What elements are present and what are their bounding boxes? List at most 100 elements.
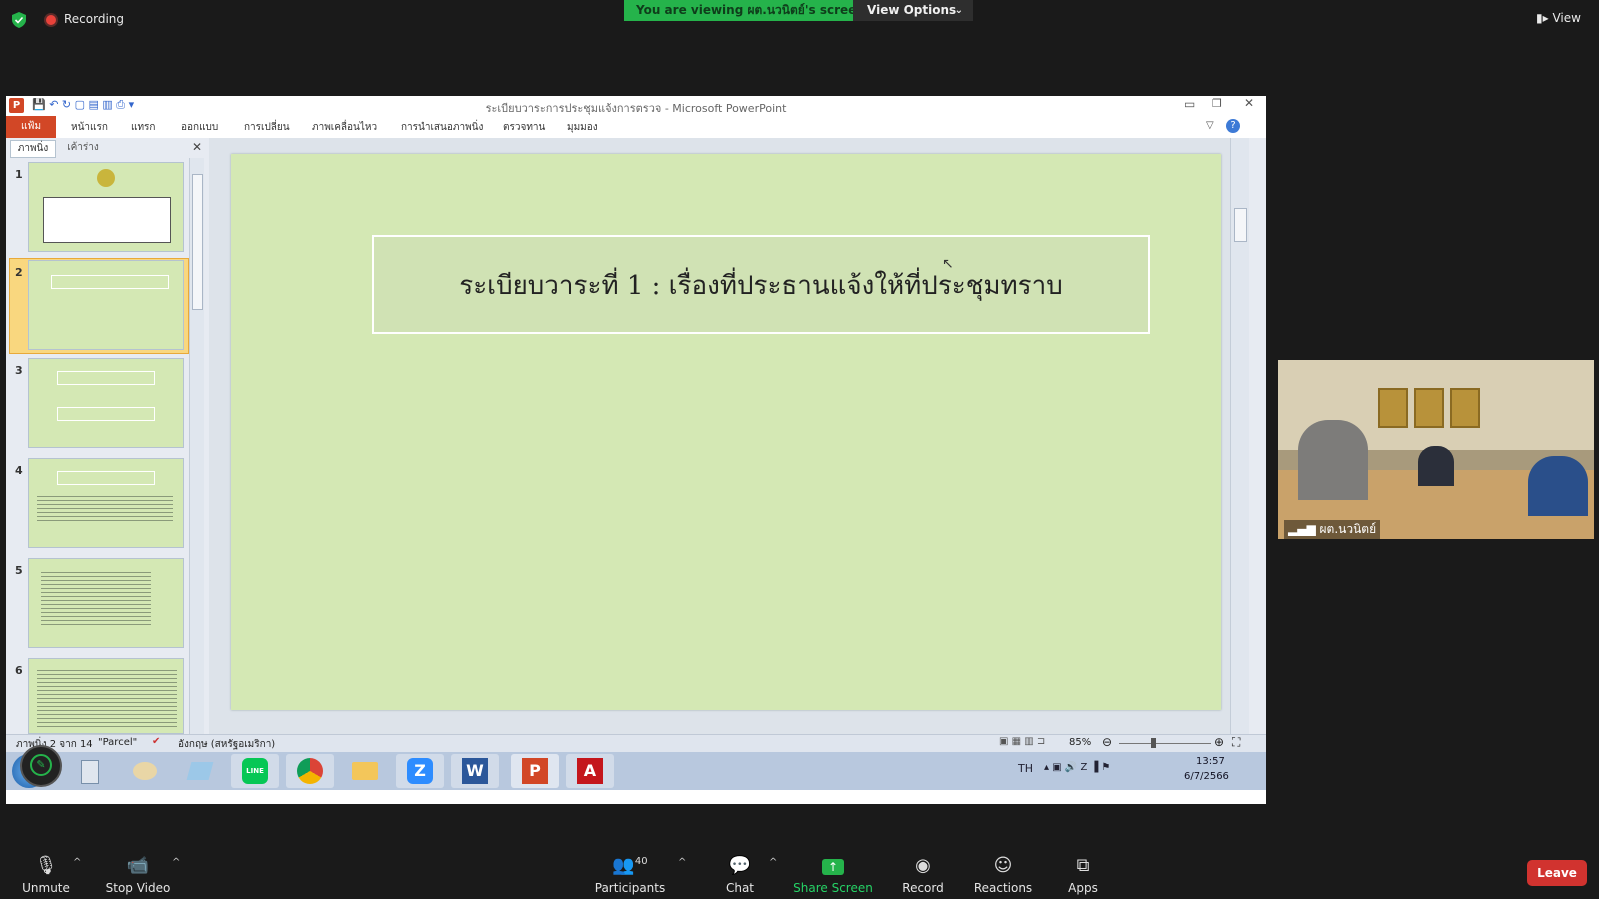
clock-time[interactable]: 13:57 xyxy=(1196,756,1225,767)
video-options-chevron-icon[interactable]: ^ xyxy=(172,857,180,868)
view-button[interactable]: ▮▸ View xyxy=(1536,11,1581,25)
portrait-frame xyxy=(1414,388,1444,428)
acrobat-app-icon[interactable]: A xyxy=(566,754,614,788)
slide-scroll-thumb[interactable] xyxy=(1234,208,1247,242)
panel-tab-outline[interactable]: เค้าร่าง xyxy=(58,140,108,156)
stop-video-button[interactable]: 📹 Stop Video xyxy=(98,855,178,895)
slide-scrollbar[interactable] xyxy=(1230,138,1249,734)
view-buttons[interactable]: ▣ ▦ ▥ ⊐ xyxy=(999,736,1045,747)
clock-date[interactable]: 6/7/2566 xyxy=(1184,771,1229,782)
tab-insert[interactable]: แทรก xyxy=(131,120,155,135)
slide-thumbnail-6[interactable] xyxy=(28,658,184,734)
participants-chevron-icon[interactable]: ^ xyxy=(678,857,686,868)
unmute-label: Unmute xyxy=(22,881,70,895)
reactions-button[interactable]: ☺ Reactions xyxy=(963,855,1043,895)
calculator-app-icon[interactable] xyxy=(66,754,114,788)
thumb-title-box xyxy=(51,275,169,289)
slide-thumbnail-3[interactable] xyxy=(28,358,184,448)
audio-options-chevron-icon[interactable]: ^ xyxy=(73,857,81,868)
thumb-number: 3 xyxy=(15,364,23,377)
view-label: View xyxy=(1552,11,1581,25)
view-options-button[interactable]: View Options ⌄ xyxy=(853,0,973,21)
notes-app-icon[interactable] xyxy=(176,754,224,788)
line-app-icon[interactable]: LINE xyxy=(231,754,279,788)
view-options-label: View Options xyxy=(867,3,957,17)
thumb-text-lines xyxy=(37,493,173,523)
panel-scroll-thumb[interactable] xyxy=(192,174,203,310)
zoom-out-icon[interactable]: ⊖ xyxy=(1102,735,1112,749)
powerpoint-app-icon[interactable]: P xyxy=(511,754,559,788)
panel-close-icon[interactable]: ✕ xyxy=(192,140,202,154)
chat-chevron-icon[interactable]: ^ xyxy=(769,857,777,868)
slide-title: ระเบียบวาระที่ 1 : เรื่องที่ประธานแจ้งให… xyxy=(459,271,1063,301)
slide-editing-area: ระเบียบวาระที่ 1 : เรื่องที่ประธานแจ้งให… xyxy=(209,138,1249,734)
zoom-app-icon[interactable]: Z xyxy=(396,754,444,788)
thumb-number: 6 xyxy=(15,664,23,677)
zoom-in-icon[interactable]: ⊕ xyxy=(1214,735,1224,749)
tab-file[interactable]: แฟ้ม xyxy=(6,116,56,138)
tab-home[interactable]: หน้าแรก xyxy=(71,120,108,135)
chat-button[interactable]: 💬 Chat xyxy=(700,855,780,895)
leave-button[interactable]: Leave xyxy=(1527,860,1587,886)
apps-button[interactable]: ⧉ Apps xyxy=(1043,855,1123,895)
close-icon[interactable]: ✕ xyxy=(1244,96,1254,110)
signal-icon: ▂▄▆ xyxy=(1288,522,1320,536)
view-icon: ▮▸ xyxy=(1536,11,1553,25)
chat-label: Chat xyxy=(725,881,755,895)
annotate-pen-icon[interactable]: ✎ xyxy=(20,745,62,787)
participant-person xyxy=(1418,446,1454,486)
thumb-text-lines xyxy=(37,667,177,727)
ribbon-collapse-icon[interactable]: ▽ xyxy=(1206,120,1214,131)
thumb-number: 2 xyxy=(15,266,23,279)
thumb-number: 5 xyxy=(15,564,23,577)
slide-thumbnail-4[interactable] xyxy=(28,458,184,548)
zoom-slider-thumb[interactable] xyxy=(1151,738,1156,748)
tab-view[interactable]: มุมมอง xyxy=(567,120,598,135)
file-explorer-icon[interactable] xyxy=(341,754,389,788)
panel-tab-slides[interactable]: ภาพนิ่ง xyxy=(10,140,56,158)
seal-logo xyxy=(97,169,115,187)
fit-slide-icon[interactable]: ⛶ xyxy=(1232,735,1240,750)
status-language[interactable]: อังกฤษ (สหรัฐอเมริกา) xyxy=(178,737,275,752)
shared-screen: P 💾 ↶ ↻ ▢ ▤ ▥ ⎙ ▾ ระเบียบวาระการประชุมแจ… xyxy=(6,96,1266,804)
slide-title-box[interactable]: ระเบียบวาระที่ 1 : เรื่องที่ประธานแจ้งให… xyxy=(372,235,1150,334)
word-app-icon[interactable]: W xyxy=(451,754,499,788)
participant-person xyxy=(1298,420,1368,500)
tab-design[interactable]: ออกแบบ xyxy=(181,120,218,135)
chrome-app-icon[interactable] xyxy=(286,754,334,788)
participant-name: ผต.นวนิตย์ xyxy=(1319,522,1377,536)
restore-icon[interactable]: ❐ xyxy=(1212,97,1222,110)
paint-app-icon[interactable] xyxy=(121,754,169,788)
viewing-name: ผต.นวนิตย์ xyxy=(747,3,805,17)
record-button[interactable]: ◉ Record xyxy=(883,855,963,895)
windows-taskbar: LINE Z W P A TH ▴ ▣ 🔊 Z ▐ ⚑ 13:57 6/7/25… xyxy=(6,752,1266,790)
participants-button[interactable]: 👥40 Participants xyxy=(590,855,670,895)
tab-transitions[interactable]: การเปลี่ยน xyxy=(244,120,290,135)
security-shield-icon[interactable] xyxy=(12,12,26,28)
ppt-body: ภาพนิ่ง เค้าร่าง ✕ 1 2 3 4 5 6 ระเบียบวา… xyxy=(6,138,1266,734)
slide-thumbnail-1[interactable] xyxy=(28,162,184,252)
tab-slideshow[interactable]: การนำเสนอภาพนิ่ง xyxy=(401,120,483,135)
reactions-label: Reactions xyxy=(973,881,1033,895)
spellcheck-icon[interactable]: ✔ xyxy=(152,736,160,747)
minimize-icon[interactable]: ▭ xyxy=(1184,97,1195,111)
share-screen-label: Share Screen xyxy=(793,881,873,895)
share-screen-button[interactable]: ↑ Share Screen xyxy=(793,855,873,895)
apps-label: Apps xyxy=(1068,881,1098,895)
tab-review[interactable]: ตรวจทาน xyxy=(503,120,545,135)
system-tray-icons[interactable]: ▴ ▣ 🔊 Z ▐ ⚑ xyxy=(1044,762,1110,773)
participant-video[interactable]: ▂▄▆ ผต.นวนิตย์ xyxy=(1278,360,1594,539)
slide-thumbnail-2[interactable] xyxy=(28,260,184,350)
video-camera-icon: 📹 xyxy=(126,855,150,876)
tab-animations[interactable]: ภาพเคลื่อนไหว xyxy=(312,120,377,135)
portrait-frame xyxy=(1378,388,1408,428)
zoom-slider[interactable] xyxy=(1119,743,1211,744)
panel-scrollbar[interactable] xyxy=(189,158,204,734)
slide-thumbnail-5[interactable] xyxy=(28,558,184,648)
zoom-level[interactable]: 85% xyxy=(1069,737,1091,748)
apps-icon: ⧉ xyxy=(1076,855,1090,876)
input-language[interactable]: TH xyxy=(1018,762,1033,775)
thumb-number: 1 xyxy=(15,168,23,181)
help-icon[interactable]: ? xyxy=(1226,119,1240,133)
current-slide[interactable]: ระเบียบวาระที่ 1 : เรื่องที่ประธานแจ้งให… xyxy=(231,154,1221,710)
